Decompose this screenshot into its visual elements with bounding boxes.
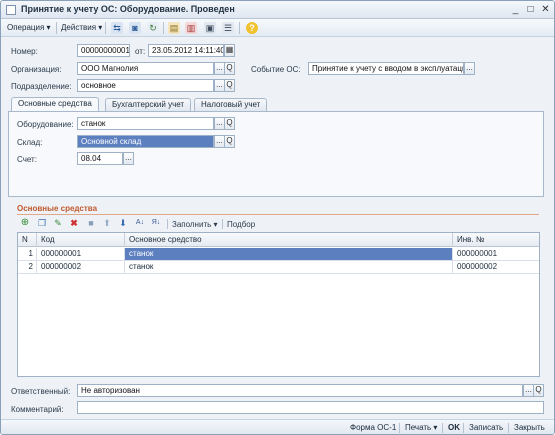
title-bar: Принятие к учету ОС: Оборудование. Прове…: [1, 1, 554, 19]
movements-icon[interactable]: ▥: [185, 22, 197, 34]
row-asset: станок: [125, 261, 453, 274]
account-select-button[interactable]: ...: [123, 152, 134, 165]
warehouse-search-icon[interactable]: Q: [224, 135, 235, 148]
column-header-asset[interactable]: Основное средство: [125, 233, 453, 247]
event-label: Событие ОС:: [251, 65, 301, 74]
responsible-label: Ответственный:: [11, 387, 71, 396]
toolbar-separator: [163, 22, 164, 34]
toolbar-separator: [167, 219, 168, 229]
sort-desc-icon[interactable]: Я↓: [150, 217, 162, 229]
close-button[interactable]: Закрыть: [514, 423, 545, 432]
delete-row-icon[interactable]: ✖: [68, 217, 80, 229]
close-window-button[interactable]: ✕: [539, 3, 552, 16]
fill-menu[interactable]: Заполнить ▾: [172, 220, 218, 229]
ok-button[interactable]: OK: [448, 423, 460, 432]
tab-accounting[interactable]: Бухгалтерский учет: [105, 98, 192, 111]
toolbar-separator: [463, 423, 464, 433]
warehouse-field[interactable]: Основной склад: [77, 135, 214, 148]
document-window: Принятие к учету ОС: Оборудование. Прове…: [0, 0, 555, 435]
account-field[interactable]: 08.04: [77, 152, 123, 165]
assets-table[interactable]: N Код Основное средство Инв. № 1 0000000…: [17, 232, 540, 377]
go-to-icon[interactable]: ⇆: [111, 22, 123, 34]
settings-icon[interactable]: ☰: [222, 22, 234, 34]
equipment-field[interactable]: станок: [77, 117, 214, 130]
event-select-button[interactable]: ...: [464, 62, 475, 75]
print-menu[interactable]: Печать ▾: [405, 423, 437, 432]
date-label: от:: [135, 47, 146, 56]
view-icon[interactable]: ◙: [129, 22, 141, 34]
help-icon[interactable]: ?: [246, 22, 258, 34]
end-edit-icon[interactable]: ■: [85, 217, 97, 229]
toolbar-separator: [56, 22, 57, 34]
toolbar-separator: [508, 423, 509, 433]
row-code: 000000002: [37, 261, 125, 274]
tab-tax[interactable]: Налоговый учет: [194, 98, 268, 111]
maximize-button[interactable]: □: [524, 3, 537, 16]
account-label: Счет:: [17, 155, 37, 164]
column-header-inv[interactable]: Инв. №: [453, 233, 539, 247]
row-inv: 000000001: [453, 248, 539, 261]
window-title: Принятие к учету ОС: Оборудование. Прове…: [21, 4, 235, 14]
row-inv: 000000002: [453, 261, 539, 274]
column-header-code[interactable]: Код: [37, 233, 125, 247]
assets-section-title: Основные средства: [17, 204, 98, 213]
structure-icon[interactable]: ▣: [204, 22, 216, 34]
move-down-icon[interactable]: ⬇: [117, 217, 129, 229]
document-icon: [6, 5, 16, 15]
sort-asc-icon[interactable]: A↓: [134, 217, 146, 229]
department-search-icon[interactable]: Q: [224, 79, 235, 92]
toolbar-separator: [399, 423, 400, 433]
move-up-icon[interactable]: ⬆: [101, 217, 113, 229]
operation-menu[interactable]: Операция ▾: [7, 23, 51, 32]
select-button[interactable]: Подбор: [227, 220, 255, 229]
responsible-field[interactable]: Не авторизован: [77, 384, 523, 397]
number-label: Номер:: [11, 47, 38, 56]
edit-row-icon[interactable]: ✎: [52, 217, 64, 229]
comment-field[interactable]: [77, 401, 544, 414]
row-code: 000000001: [37, 248, 125, 261]
section-divider: [17, 214, 539, 215]
organization-label: Организация:: [11, 65, 62, 74]
equipment-label: Оборудование:: [17, 120, 74, 129]
form-footer-bar: Форма ОС-1 Печать ▾ OK Записать Закрыть: [1, 419, 554, 434]
minimize-button[interactable]: _: [509, 3, 522, 16]
number-field[interactable]: 00000000001: [77, 44, 130, 57]
date-field[interactable]: 23.05.2012 14:11:40: [148, 44, 224, 57]
event-field[interactable]: Принятие к учету с вводом в эксплуатаци: [308, 62, 464, 75]
add-row-icon[interactable]: ⊕: [19, 217, 31, 229]
department-field[interactable]: основное: [77, 79, 214, 92]
based-on-icon[interactable]: ▤: [168, 22, 180, 34]
form-os1-button[interactable]: Форма ОС-1: [350, 423, 396, 432]
actions-menu[interactable]: Действия ▾: [61, 23, 102, 32]
comment-label: Комментарий:: [11, 405, 64, 414]
row-number: 1: [18, 248, 37, 261]
toolbar-separator: [442, 423, 443, 433]
toolbar-separator: [239, 22, 240, 34]
organization-field[interactable]: ООО Магнолия: [77, 62, 214, 75]
toolbar-separator: [222, 219, 223, 229]
department-label: Подразделение:: [11, 82, 72, 91]
row-number: 2: [18, 261, 37, 274]
refresh-icon[interactable]: ↻: [147, 22, 159, 34]
responsible-search-icon[interactable]: Q: [533, 384, 544, 397]
toolbar-separator: [105, 22, 106, 34]
row-asset: станок: [125, 248, 453, 261]
equipment-search-icon[interactable]: Q: [224, 117, 235, 130]
column-header-n[interactable]: N: [18, 233, 37, 247]
save-button[interactable]: Записать: [469, 423, 503, 432]
copy-row-icon[interactable]: ❐: [36, 217, 48, 229]
organization-search-icon[interactable]: Q: [224, 62, 235, 75]
toolbar: Операция ▾ Действия ▾ ⇆ ◙ ↻ ▤ ▥ ▣ ☰ ?: [1, 19, 554, 37]
warehouse-label: Склад:: [17, 138, 43, 147]
calendar-icon[interactable]: ▦: [224, 44, 235, 57]
tab-fixed-assets[interactable]: Основные средства: [11, 97, 99, 111]
